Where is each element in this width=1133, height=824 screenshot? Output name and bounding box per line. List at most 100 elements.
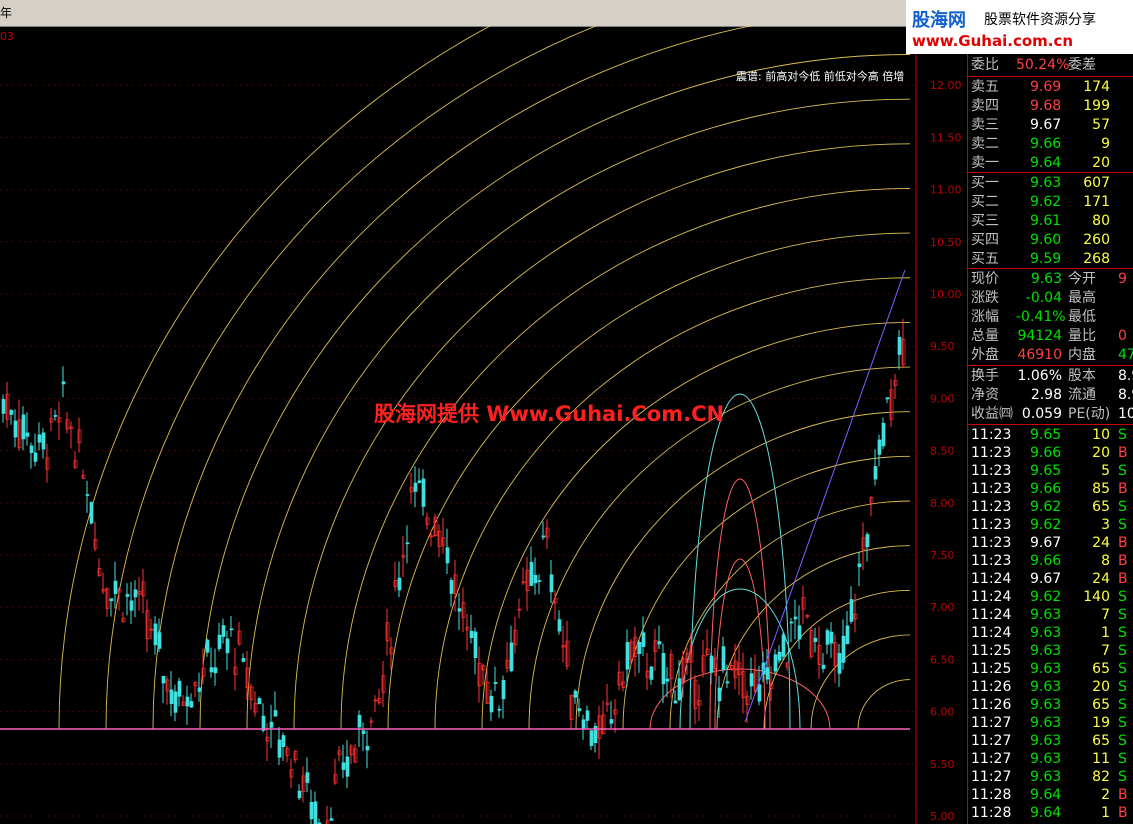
candle-body <box>749 673 754 687</box>
arc-line <box>857 679 911 730</box>
tick-side: S <box>1118 715 1127 731</box>
bid-label: 买四 <box>971 232 999 248</box>
bid-volume: 268 <box>1083 251 1110 267</box>
candle-body <box>225 638 230 654</box>
logo-tagline: 股票软件资源分享 <box>984 12 1096 28</box>
period-tab[interactable]: 年 <box>0 4 12 21</box>
logo-brand: 股海网 <box>912 10 966 31</box>
candle-body <box>29 445 34 453</box>
candle-body <box>445 547 450 564</box>
ask-row: 卖三 9.67 57 <box>968 116 1133 134</box>
tick-side: B <box>1118 445 1128 461</box>
tick-row: 11:24 9.67 24 B <box>968 570 1133 588</box>
candle-body <box>649 666 654 680</box>
candle-body <box>213 667 218 674</box>
tick-volume: 140 <box>1083 589 1110 605</box>
tick-time: 11:24 <box>971 625 1012 641</box>
candle-body <box>1 399 6 414</box>
candle-body <box>865 534 870 548</box>
tick-price: 9.62 <box>1030 589 1062 605</box>
ask-label: 卖三 <box>971 117 999 133</box>
candle-body <box>757 684 762 702</box>
candle-body <box>589 730 594 746</box>
tick-side: S <box>1118 607 1127 623</box>
ask-row: 卖四 9.68 199 <box>968 97 1133 115</box>
candle-body <box>797 625 802 640</box>
candle-body <box>85 494 90 496</box>
tick-side: S <box>1118 733 1127 749</box>
candle-body <box>581 719 586 729</box>
candle-body <box>721 646 726 670</box>
tick-time: 11:26 <box>971 697 1012 713</box>
fund-label: 收益㈣ <box>971 406 1013 422</box>
ask-price: 9.67 <box>1030 117 1062 133</box>
candle-body <box>313 801 318 824</box>
tick-side: S <box>1118 463 1127 479</box>
quote-row: 现价 9.63 今开 9 <box>968 270 1133 288</box>
fund-row: 收益㈣ 0.059 PE(动) 10 <box>968 405 1133 423</box>
indicator-label: 震谱: 前高对今低 前低对今高 倍增 <box>736 69 904 83</box>
candle-body <box>773 654 778 672</box>
ask-label: 卖四 <box>971 98 999 114</box>
tick-side: B <box>1118 481 1128 497</box>
divider <box>968 424 1133 425</box>
ask-row: 卖二 9.66 9 <box>968 135 1133 153</box>
quote-value-2: 0 <box>1118 328 1127 344</box>
bid-price: 9.61 <box>1030 213 1062 229</box>
tick-row: 11:23 9.66 8 B <box>968 552 1133 570</box>
tick-time: 11:23 <box>971 463 1012 479</box>
quote-value: -0.41% <box>1016 309 1066 325</box>
divider <box>968 268 1133 269</box>
candle-body <box>61 381 66 385</box>
trend-line <box>744 269 906 723</box>
quote-value: -0.04 <box>1025 290 1062 306</box>
candle-body <box>661 653 666 685</box>
quote-row: 总量 94124 量比 0 <box>968 327 1133 345</box>
bid-row: 买三 9.61 80 <box>968 212 1133 230</box>
tick-price: 9.63 <box>1030 643 1062 659</box>
candle-body <box>133 589 138 598</box>
price-tick: 10.00 <box>930 288 962 301</box>
candle-body <box>417 480 422 483</box>
candle-body <box>221 625 226 637</box>
tick-side: S <box>1118 499 1127 515</box>
candle-body <box>281 735 286 747</box>
bid-volume: 80 <box>1092 213 1110 229</box>
tick-row: 11:28 9.64 1 B <box>968 804 1133 822</box>
arc-line <box>481 321 911 730</box>
arc-line <box>649 668 831 730</box>
tick-time: 11:27 <box>971 733 1012 749</box>
quote-value-2: 47 <box>1118 347 1133 363</box>
tick-row: 11:23 9.67 24 B <box>968 534 1133 552</box>
arc-line <box>152 26 753 730</box>
fund-value: 1.06% <box>1017 368 1062 384</box>
divider <box>968 76 1133 77</box>
tick-row: 11:25 9.63 65 S <box>968 660 1133 678</box>
candle-body <box>881 422 886 447</box>
tick-price: 9.66 <box>1030 445 1062 461</box>
tick-side: S <box>1118 769 1127 785</box>
quote-label-2: 最高 <box>1068 290 1096 306</box>
candle-body <box>789 621 794 624</box>
tick-row: 11:27 9.63 65 S <box>968 732 1133 750</box>
candle-body <box>209 667 214 673</box>
bid-row: 买一 9.63 607 <box>968 174 1133 192</box>
candle-body <box>365 745 370 751</box>
candle-body <box>877 439 882 455</box>
candle-body <box>529 561 534 586</box>
arc-line <box>293 143 911 730</box>
candle-body <box>361 730 366 734</box>
price-tick: 8.50 <box>930 445 955 458</box>
kline-chart[interactable]: 12.00 11.50 11.00 10.50 10.00 9.50 9.00 8.50 8.0… <box>0 26 967 824</box>
divider <box>968 365 1133 366</box>
quote-label: 总量 <box>971 328 999 344</box>
candle-body <box>109 598 114 602</box>
tick-price: 9.63 <box>1030 769 1062 785</box>
tick-price: 9.64 <box>1030 787 1062 803</box>
tick-side: B <box>1118 535 1128 551</box>
tick-volume: 24 <box>1092 535 1110 551</box>
price-tick: 6.00 <box>930 706 955 719</box>
tick-volume: 2 <box>1101 787 1110 803</box>
tick-volume: 1 <box>1101 805 1110 821</box>
candle-body <box>509 642 514 672</box>
